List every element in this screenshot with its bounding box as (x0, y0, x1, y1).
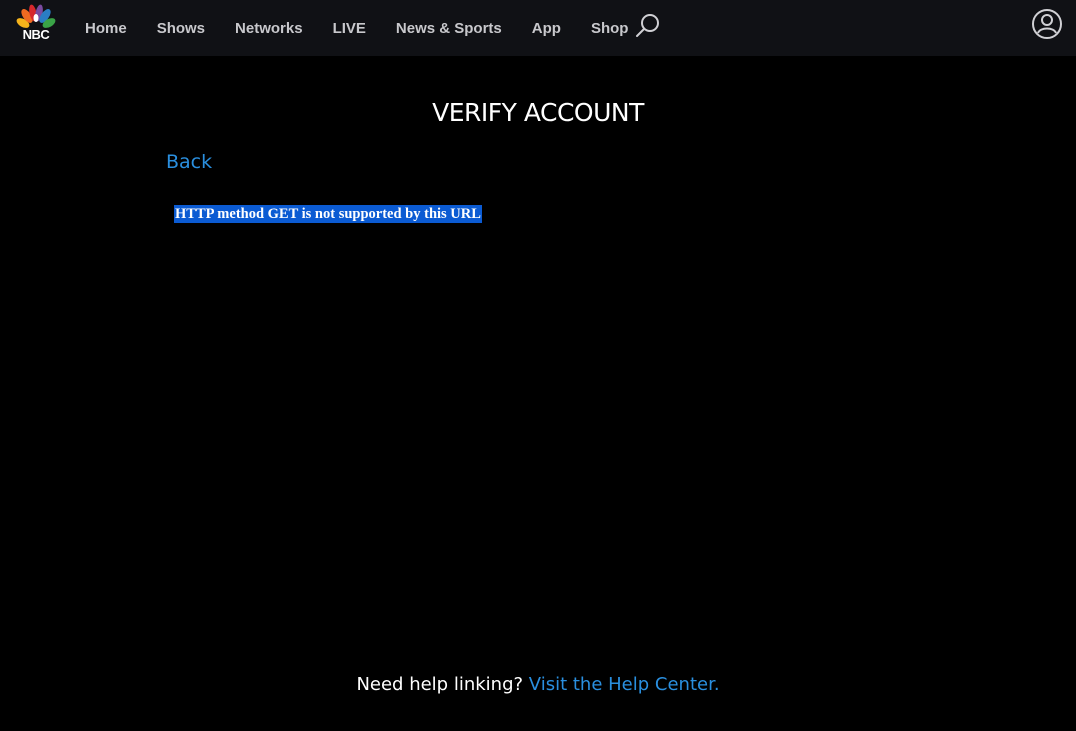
nav-item-news-sports[interactable]: News & Sports (381, 20, 517, 37)
top-navigation-bar: NBC Home Shows Networks LIVE News & Spor… (0, 0, 1076, 56)
back-link[interactable]: Back (166, 151, 212, 173)
search-icon (636, 14, 659, 37)
nav-item-shows[interactable]: Shows (142, 20, 220, 37)
help-prompt-text: Need help linking? (356, 674, 524, 695)
account-button[interactable] (1031, 8, 1063, 40)
page-title: VERIFY ACCOUNT (432, 98, 644, 127)
nav-item-live[interactable]: LIVE (318, 20, 381, 37)
nav-item-app[interactable]: App (517, 20, 576, 37)
error-message: HTTP method GET is not supported by this… (174, 205, 482, 223)
main-nav: Home Shows Networks LIVE News & Sports A… (70, 0, 643, 56)
search-button[interactable] (634, 12, 662, 40)
help-center-link[interactable]: Visit the Help Center. (529, 674, 720, 695)
help-footer: Need help linking? Visit the Help Center… (0, 674, 1076, 695)
user-account-icon (1032, 9, 1062, 39)
nav-item-home[interactable]: Home (70, 20, 142, 37)
logo-wordmark: NBC (22, 27, 50, 42)
nav-item-networks[interactable]: Networks (220, 20, 318, 37)
